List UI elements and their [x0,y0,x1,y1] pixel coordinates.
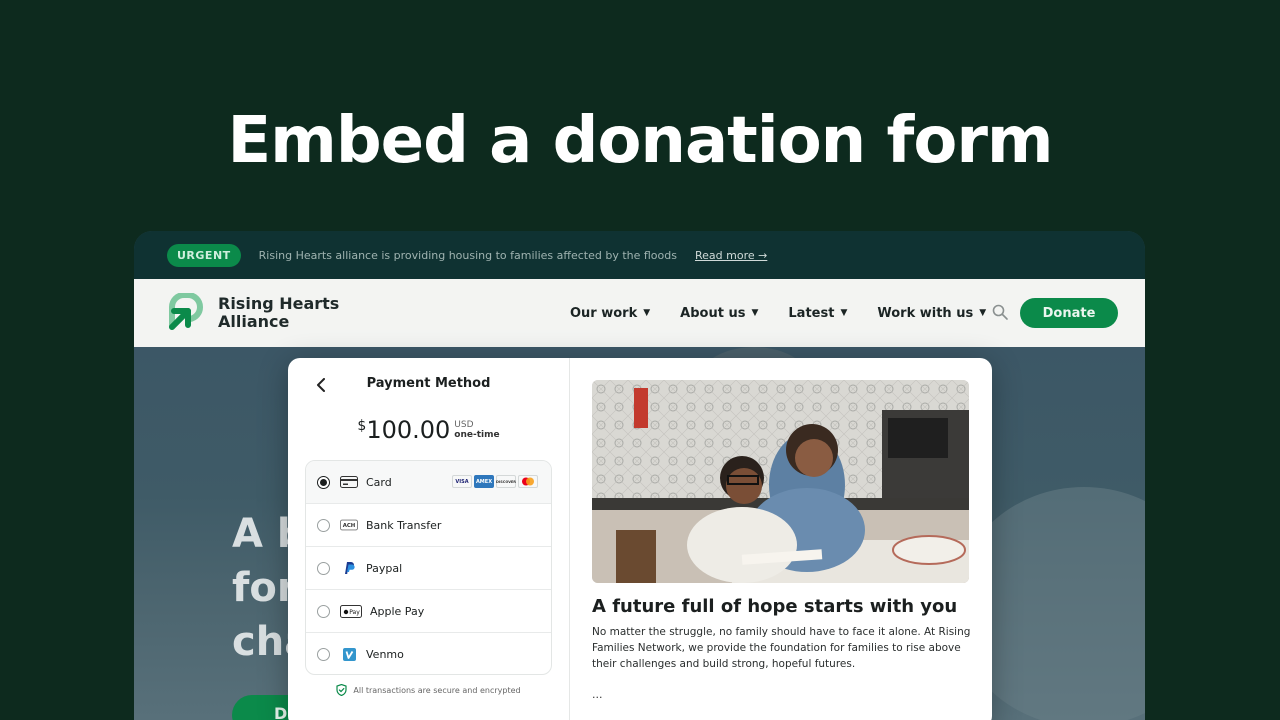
radio-button[interactable] [317,475,330,489]
payment-methods-list: Card VISA AMEX DISCOVER ACH Bank Transfe… [305,460,552,675]
donation-frequency: one-time [454,430,500,440]
radio-button[interactable] [317,561,330,575]
page-headline: Embed a donation form [227,104,1053,178]
story-photo [592,380,969,583]
payment-option-label: Card [366,475,392,489]
story-panel: A future full of hope starts with you No… [570,358,992,720]
logo-text-line1: Rising Hearts [218,294,340,313]
hero-button-label: D [274,704,288,720]
urgent-badge: URGENT [167,243,241,267]
payment-option-label: Paypal [366,561,403,575]
chevron-down-icon: ▼ [751,308,759,318]
nav-our-work-label: Our work [570,305,638,321]
search-icon[interactable] [991,303,1009,321]
security-note-text: All transactions are secure and encrypte… [353,685,521,695]
site-nav: Rising Hearts Alliance Our work ▼ About … [134,279,1145,347]
payment-option-apple-pay[interactable]: Pay Apple Pay [306,590,551,633]
chevron-down-icon: ▼ [979,308,987,318]
radio-button[interactable] [317,604,330,618]
logo-icon [169,293,203,330]
svg-text:Pay: Pay [349,609,360,616]
amex-icon: AMEX [474,475,494,488]
story-ellipsis: ... [592,688,603,701]
urgent-banner: URGENT Rising Hearts alliance is providi… [134,231,1145,279]
site-logo[interactable]: Rising Hearts Alliance [166,293,339,333]
payment-panel: Payment Method $ 100.00 USD one-time Car… [288,358,570,720]
payment-option-label: Bank Transfer [366,518,442,532]
story-body: No matter the struggle, no family should… [592,626,971,670]
radio-button[interactable] [317,648,330,661]
main-menu: Our work ▼ About us ▼ Latest ▼ Work with… [570,279,1016,347]
shield-check-icon [336,684,347,696]
payment-method-title: Payment Method [366,376,491,391]
security-note: All transactions are secure and encrypte… [288,684,569,696]
family-photo-illustration [592,380,969,583]
nav-latest[interactable]: Latest ▼ [788,306,847,321]
donation-modal: Payment Method $ 100.00 USD one-time Car… [288,358,992,720]
currency-symbol: $ [357,418,367,434]
currency-code: USD [454,420,474,430]
apple-pay-icon: Pay [340,604,362,618]
radio-button[interactable] [317,518,330,532]
logo-text-line2: Alliance [218,312,290,331]
amount-value: 100.00 [366,416,451,444]
mastercard-icon [518,475,538,488]
donate-button[interactable]: Donate [1020,298,1118,328]
card-icon [340,476,358,488]
venmo-icon [340,648,358,661]
nav-work-with-us-label: Work with us [877,305,974,321]
nav-our-work[interactable]: Our work ▼ [570,306,650,321]
payment-option-card[interactable]: Card VISA AMEX DISCOVER [306,461,551,504]
chevron-down-icon: ▼ [643,308,651,318]
nav-latest-label: Latest [788,305,835,321]
urgent-message: Rising Hearts alliance is providing hous… [258,248,677,262]
payment-option-venmo[interactable]: Venmo [306,633,551,674]
payment-option-label: Apple Pay [370,604,425,618]
svg-text:ACH: ACH [343,523,356,529]
payment-option-bank-transfer[interactable]: ACH Bank Transfer [306,504,551,547]
card-brand-logos: VISA AMEX DISCOVER [452,475,538,488]
payment-option-paypal[interactable]: Paypal [306,547,551,590]
payment-option-label: Venmo [366,648,404,661]
nav-about-us-label: About us [680,305,746,321]
ach-icon: ACH [340,519,358,531]
story-title: A future full of hope starts with you [592,596,958,617]
visa-icon: VISA [452,475,472,488]
paypal-icon [340,562,358,574]
read-more-link[interactable]: Read more → [695,249,767,262]
discover-icon: DISCOVER [496,475,516,488]
nav-work-with-us[interactable]: Work with us ▼ [877,306,986,321]
donation-amount: $ 100.00 USD one-time [288,416,569,444]
chevron-down-icon: ▼ [840,308,848,318]
nav-about-us[interactable]: About us ▼ [680,306,758,321]
